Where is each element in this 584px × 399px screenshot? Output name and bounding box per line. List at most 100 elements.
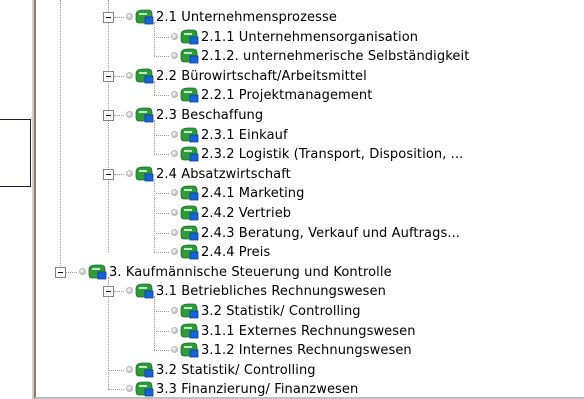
tree-item[interactable]: 2.1 Unternehmensprozesse <box>36 8 584 28</box>
tree-connector-line <box>114 115 124 116</box>
tree-connector-line <box>114 291 124 293</box>
tree-item[interactable]: 2.1.2. unternehmerische Selbständigkeit <box>36 47 584 67</box>
tree-item-label: 2.4 Absatzwirtschaft <box>156 166 291 182</box>
tree-item[interactable]: 2.4.3 Beratung, Verkauf und Auftrags... <box>36 224 584 244</box>
tree-item-label: 2.1 Unternehmensprozesse <box>156 10 337 25</box>
topic-icon <box>135 9 154 25</box>
bullet-dot-icon <box>171 91 178 99</box>
tree-item[interactable]: 2.3.2 Logistik (Transport, Disposition, … <box>36 145 584 165</box>
bullet-dot-icon <box>171 150 178 158</box>
tree-item[interactable]: 3. Kaufmännische Steuerung und Kontrolle <box>36 263 584 283</box>
topic-icon <box>180 303 199 319</box>
tree-item-label: 3.1.1 Externes Rechnungswesen <box>201 323 416 339</box>
topic-icon <box>180 29 199 45</box>
tree-item-label: 2.4.1 Marketing <box>201 186 305 202</box>
tree-item-label: 2.4.3 Beratung, Verkauf und Auftrags... <box>201 225 461 241</box>
tree-connector-line <box>108 369 124 371</box>
bullet-dot-icon <box>171 307 178 314</box>
tree-connector-line <box>154 56 169 58</box>
tree-connector-line <box>154 232 169 234</box>
tree-item-label: 2.3.2 Logistik (Transport, Disposition, … <box>201 147 464 163</box>
tree-item-label: 2.4.2 Vertrieb <box>201 206 292 221</box>
topic-icon <box>180 225 199 241</box>
tree-item-label: 2.4.4 Preis <box>201 245 271 261</box>
left-side-box <box>0 119 31 187</box>
tree-connector-line <box>154 95 169 97</box>
tree-item-label: 2.2.1 Projektmanagement <box>201 88 373 104</box>
tree-item-label: 3.1.2 Internes Rechnungswesen <box>201 343 412 359</box>
topic-icon <box>180 342 199 358</box>
bullet-dot-icon <box>171 130 178 138</box>
bullet-dot-icon <box>171 326 178 334</box>
tree-connector-line <box>114 17 124 18</box>
tree-item[interactable]: 2.4.1 Marketing <box>36 184 584 204</box>
bullet-dot-icon <box>126 365 133 373</box>
tree-item-label: 3. Kaufmännische Steuerung und Kontrolle <box>109 264 392 280</box>
tree-item-label: 3.1 Betriebliches Rechnungswesen <box>156 284 386 300</box>
tree-item[interactable]: 3.1 Betriebliches Rechnungswesen <box>36 282 584 302</box>
tree-item-label: 2.2 Bürowirtschaft/Arbeitsmittel <box>156 68 367 84</box>
bullet-dot-icon <box>171 52 178 60</box>
tree-connector-line <box>154 311 169 312</box>
collapse-toggle[interactable] <box>103 12 114 23</box>
tree-item[interactable]: 3.1.2 Internes Rechnungswesen <box>36 341 584 361</box>
tree-item[interactable]: 2.4.2 Vertrieb <box>36 204 584 224</box>
bullet-dot-icon <box>171 346 178 354</box>
tree-connector-line <box>154 330 169 332</box>
tree-connector-line <box>108 389 124 391</box>
topic-icon <box>180 127 199 143</box>
tree-item[interactable]: 2.2.1 Projektmanagement <box>36 86 584 106</box>
tree-connector-line <box>114 173 124 175</box>
tree-view[interactable]: 2.1 Unternehmensprozesse 2.1.1 Unternehme… <box>34 0 584 399</box>
tree-item-label: 2.1.2. unternehmerische Selbständigkeit <box>201 49 470 65</box>
tree-connector-line <box>154 193 169 195</box>
tree-item[interactable]: 3.2 Statistik/ Controlling <box>36 361 584 381</box>
tree-item[interactable]: 2.4 Absatzwirtschaft <box>36 165 584 185</box>
tree-item[interactable]: 2.1.1 Unternehmensorganisation <box>36 28 584 48</box>
collapse-toggle[interactable] <box>55 266 66 278</box>
tree-item[interactable]: 2.3 Beschaffung <box>36 106 584 126</box>
bullet-dot-icon <box>171 32 178 40</box>
topic-icon <box>135 107 154 123</box>
tree-connector-line <box>114 75 124 77</box>
collapse-toggle[interactable] <box>103 168 114 180</box>
topic-icon <box>180 185 199 201</box>
tree-item-label: 2.3 Beschaffung <box>156 108 264 123</box>
tree-item-label: 3.2 Statistik/ Controlling <box>201 304 361 319</box>
bullet-dot-icon <box>126 71 133 79</box>
tree-item-label: 3.2 Statistik/ Controlling <box>156 362 316 378</box>
collapse-toggle[interactable] <box>103 286 114 298</box>
topic-icon <box>180 323 199 339</box>
tree-item-label: 3.3 Finanzierung/ Finanzwesen <box>156 382 359 398</box>
tree-item[interactable]: 3.1.1 Externes Rechnungswesen <box>36 322 584 342</box>
bullet-dot-icon <box>79 267 86 275</box>
bullet-dot-icon <box>171 209 178 216</box>
collapse-toggle[interactable] <box>103 110 114 121</box>
tree-connector-line <box>154 36 169 38</box>
tree-item[interactable]: 3.2 Statistik/ Controlling <box>36 302 584 322</box>
topic-icon <box>135 381 154 397</box>
tree-item-label: 2.1.1 Unternehmensorganisation <box>201 29 419 45</box>
tree-connector-line <box>154 154 169 156</box>
tree-item[interactable]: 3.3 Finanzierung/ Finanzwesen <box>36 380 584 398</box>
tree-connector-line <box>154 134 169 136</box>
topic-icon <box>135 166 154 182</box>
bullet-dot-icon <box>126 111 133 118</box>
tree-connector-line <box>154 252 169 254</box>
bullet-dot-icon <box>171 189 178 197</box>
topic-icon <box>180 146 199 162</box>
topic-icon <box>135 283 154 299</box>
topic-icon <box>135 362 154 378</box>
bullet-dot-icon <box>126 13 133 20</box>
collapse-toggle[interactable] <box>103 70 114 82</box>
tree-connector-line <box>66 271 77 273</box>
tree-item[interactable]: 2.2 Bürowirtschaft/Arbeitsmittel <box>36 67 584 87</box>
topic-icon <box>180 244 199 260</box>
topic-icon <box>180 48 199 64</box>
tree-item[interactable]: 2.3.1 Einkauf <box>36 126 584 146</box>
tree-item[interactable]: 2.4.4 Preis <box>36 243 584 263</box>
bullet-dot-icon <box>126 287 133 295</box>
bullet-dot-icon <box>171 248 178 256</box>
topic-icon <box>180 205 199 221</box>
tree-connector-line <box>154 350 169 352</box>
